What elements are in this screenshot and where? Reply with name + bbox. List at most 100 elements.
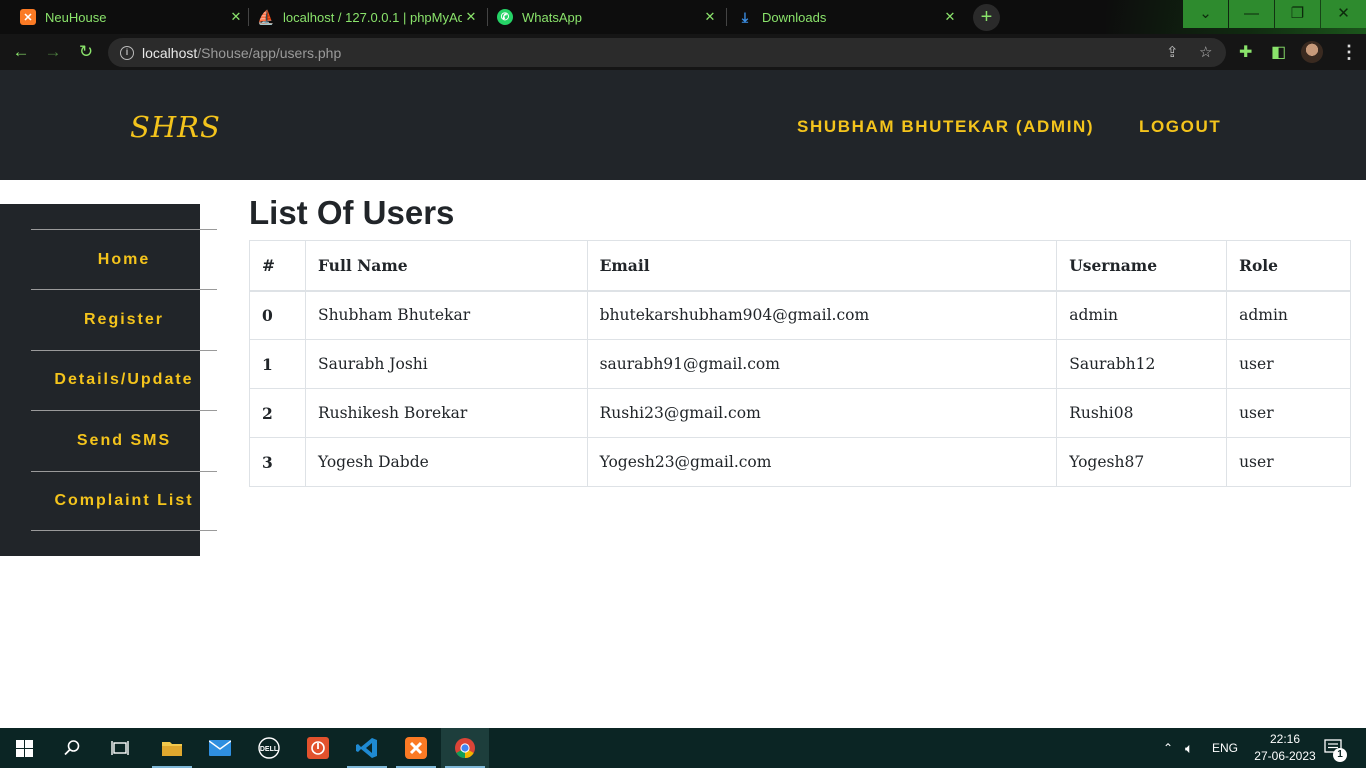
column-header-username: Username [1056, 240, 1228, 292]
extensions-puzzle-icon[interactable]: ✚ [1239, 42, 1252, 62]
tab-downloads[interactable]: ⤓ Downloads ✕ [737, 0, 959, 34]
new-tab-button[interactable]: + [973, 4, 1000, 31]
logout-link[interactable]: LOGOUT [1139, 117, 1221, 137]
cell-index: 0 [249, 290, 306, 340]
vscode-icon[interactable] [343, 728, 391, 768]
column-header-role: Role [1226, 240, 1351, 292]
table-header-row: # Full Name Email Username Role [249, 240, 1351, 292]
cell-index: 1 [249, 339, 306, 389]
tab-whatsapp[interactable]: ✆ WhatsApp ✕ [497, 0, 719, 34]
url-path: /Shouse/app/users.php [197, 44, 342, 61]
cell-index: 3 [249, 437, 306, 487]
search-icon[interactable] [48, 728, 96, 768]
svg-text:DELL: DELL [260, 746, 279, 753]
table-row: 0 Shubham Bhutekar bhutekarshubham904@gm… [249, 290, 1351, 340]
browser-tab-strip: ✕ NeuHouse ✕ ⛵ localhost / 127.0.0.1 | p… [0, 0, 1366, 34]
close-icon[interactable]: ✕ [701, 9, 719, 25]
close-icon[interactable]: ✕ [462, 9, 480, 25]
browser-menu-icon[interactable]: ⋮ [1340, 42, 1358, 63]
sidebar-item-label: Complaint List [54, 491, 194, 509]
windows-taskbar: DELL ⌃ 🔈︎ ENG 22:16 27-06-2023 1 [0, 728, 1366, 768]
chrome-icon[interactable] [441, 728, 489, 768]
cell-full-name: Yogesh Dabde [304, 437, 588, 487]
notification-center-icon[interactable]: 1 [1324, 728, 1347, 768]
cell-role: admin [1226, 290, 1351, 340]
cell-full-name: Shubham Bhutekar [304, 290, 588, 340]
share-icon[interactable]: ⇪ [1166, 43, 1179, 61]
show-hidden-icons-icon[interactable]: ⌃ [1163, 728, 1173, 768]
file-explorer-icon[interactable] [148, 728, 196, 768]
tab-title: NeuHouse [45, 9, 107, 25]
close-icon[interactable]: ✕ [941, 9, 959, 25]
user-name-link[interactable]: SHUBHAM BHUTEKAR (ADMIN) [797, 117, 1094, 137]
cell-full-name: Rushikesh Borekar [304, 388, 588, 438]
cell-username: Rushi08 [1056, 388, 1228, 438]
table-row: 2 Rushikesh Borekar Rushi23@gmail.com Ru… [249, 388, 1351, 438]
page-title: List Of Users [249, 194, 455, 231]
language-indicator[interactable]: ENG [1212, 728, 1238, 768]
sidebar-item-home[interactable]: Home [31, 229, 217, 289]
task-view-icon[interactable] [96, 728, 144, 768]
clock-time: 22:16 [1269, 732, 1301, 746]
restore-button[interactable]: ❐ [1275, 0, 1320, 28]
sidebar-item-complaint-list[interactable]: Complaint List [31, 470, 217, 531]
site-info-icon[interactable]: i [120, 45, 134, 60]
minimize-button[interactable]: — [1229, 0, 1274, 28]
xampp-taskbar-icon[interactable] [392, 728, 440, 768]
cell-email: saurabh91@gmail.com [586, 339, 1058, 389]
sidebar-nav: Home Register Details/Update Send SMS Co… [31, 229, 217, 531]
phpmyadmin-icon: ⛵ [257, 8, 275, 25]
cell-email: bhutekarshubham904@gmail.com [586, 290, 1058, 340]
cell-full-name: Saurabh Joshi [304, 339, 588, 389]
whatsapp-icon: ✆ [497, 9, 513, 25]
browser-toolbar: ← → ↻ i localhost /Shouse/app/users.php … [0, 34, 1366, 70]
column-header-email: Email [586, 240, 1058, 292]
sidebar-item-label: Register [83, 311, 165, 329]
sidebar-item-label: Send SMS [76, 431, 172, 449]
cell-role: user [1226, 388, 1351, 438]
site-header: SHRS SHUBHAM BHUTEKAR (ADMIN) LOGOUT [0, 70, 1366, 180]
column-header-index: # [249, 240, 306, 292]
brand-logo[interactable]: SHRS [130, 110, 221, 144]
tab-phpmyadmin[interactable]: ⛵ localhost / 127.0.0.1 | phpMyAdmin ✕ [257, 0, 480, 34]
mail-icon[interactable] [196, 728, 244, 768]
url-host: localhost [142, 44, 198, 61]
clock-date: 27-06-2023 [1254, 749, 1316, 763]
users-table: # Full Name Email Username Role 0 Shubha… [249, 240, 1351, 487]
sidebar-item-details-update[interactable]: Details/Update [31, 349, 217, 410]
download-icon: ⤓ [741, 8, 749, 25]
sidebar-item-register[interactable]: Register [31, 289, 217, 349]
tab-title: WhatsApp [522, 9, 582, 25]
tab-separator [726, 8, 727, 26]
tab-neuhouse[interactable]: ✕ NeuHouse ✕ [20, 0, 245, 34]
windows-start-icon[interactable] [0, 728, 48, 768]
close-window-button[interactable]: ✕ [1321, 0, 1366, 28]
address-bar[interactable]: i localhost /Shouse/app/users.php ⇪ ☆ [108, 38, 1226, 67]
cell-username: Yogesh87 [1056, 437, 1228, 487]
cell-email: Yogesh23@gmail.com [586, 437, 1058, 487]
table-row: 1 Saurabh Joshi saurabh91@gmail.com Saur… [249, 339, 1351, 389]
dell-icon[interactable]: DELL [245, 728, 293, 768]
cell-role: user [1226, 339, 1351, 389]
side-panel-icon[interactable]: ◧ [1271, 42, 1286, 62]
sidebar-item-label: Details/Update [54, 371, 194, 389]
close-icon[interactable]: ✕ [227, 9, 245, 25]
taskbar-clock[interactable]: 22:16 27-06-2023 [1252, 731, 1318, 765]
tab-title: localhost / 127.0.0.1 | phpMyAdmin [283, 9, 462, 25]
notification-badge: 1 [1333, 748, 1347, 762]
sidebar-item-send-sms[interactable]: Send SMS [31, 410, 217, 470]
tab-separator [487, 8, 488, 26]
tab-search-button[interactable]: ⌄ [1183, 0, 1228, 28]
bookmark-star-icon[interactable]: ☆ [1199, 43, 1212, 61]
column-header-full-name: Full Name [304, 240, 588, 292]
mcafee-icon[interactable] [294, 728, 342, 768]
cell-username: admin [1056, 290, 1228, 340]
sidebar-item-label: Home [97, 250, 151, 268]
profile-avatar[interactable] [1301, 41, 1323, 63]
table-row: 3 Yogesh Dabde Yogesh23@gmail.com Yogesh… [249, 437, 1351, 487]
forward-arrow-icon[interactable]: → [42, 41, 64, 63]
reload-icon[interactable]: ↻ [75, 41, 97, 63]
xampp-icon: ✕ [20, 9, 36, 25]
volume-icon[interactable]: 🔈︎ [1185, 728, 1193, 768]
back-arrow-icon[interactable]: ← [10, 41, 32, 63]
